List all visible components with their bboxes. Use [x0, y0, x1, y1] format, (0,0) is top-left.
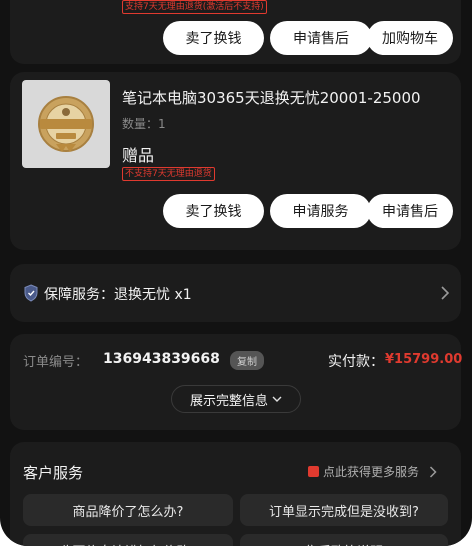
product-title[interactable]: 笔记本电脑30365天退换无忧20001-25000 [122, 87, 421, 108]
faq-order-not-received[interactable]: 订单显示完成但是没收到? [240, 494, 448, 526]
return-policy-tag: 支持7天无理由退货(激活后不支持) [122, 0, 267, 14]
paid-amount-label: 实付款： [328, 354, 384, 370]
warranty-badge-icon [38, 96, 94, 152]
sell-for-cash-button[interactable]: 卖了换钱 [163, 194, 264, 228]
guarantee-label: 保障服务：退换无忧 x1 [44, 287, 192, 303]
more-services-label: 点此获得更多服务 [323, 465, 420, 479]
chevron-right-icon [429, 465, 437, 478]
faq-price-drop[interactable]: 商品降价了怎么办? [23, 494, 233, 526]
product-thumbnail[interactable] [22, 80, 110, 168]
product-card-2: 笔记本电脑30365天退换无忧20001-25000 数量：1 赠品 不支持7天… [10, 72, 461, 250]
expand-info-label: 展示完整信息 [189, 393, 268, 409]
chevron-down-icon [272, 396, 282, 402]
copy-button[interactable]: 复制 [230, 351, 264, 370]
faq-invoice-info[interactable]: 收票信息填错如何修改? [23, 534, 233, 546]
order-number-label: 订单编号： [23, 355, 89, 370]
faq-after-sales-policy[interactable]: 售后政策说明 [240, 534, 448, 546]
apply-after-sales-button[interactable]: 申请售后 [270, 21, 372, 55]
return-policy-tag: 不支持7天无理由退货 [122, 167, 215, 181]
add-to-cart-button[interactable]: 加购物车 [367, 21, 453, 55]
shield-icon [24, 284, 38, 302]
guarantee-service-row[interactable]: 保障服务：退换无忧 x1 [10, 264, 461, 322]
sell-for-cash-button[interactable]: 卖了换钱 [163, 21, 264, 55]
customer-service-card: 客户服务 点此获得更多服务 商品降价了怎么办? 订单显示完成但是没收到? 收票信… [10, 442, 461, 546]
gift-label: 赠品 [122, 146, 155, 165]
paid-amount: ¥15799.00 [385, 352, 463, 367]
order-number: 136943839668 [103, 351, 220, 367]
order-detail-screen: 支持7天无理由退货(激活后不支持) 卖了换钱 申请售后 加购物车 笔记本电脑30… [0, 0, 472, 546]
service-icon [308, 466, 319, 477]
product-card-1: 支持7天无理由退货(激活后不支持) 卖了换钱 申请售后 加购物车 [10, 0, 461, 64]
order-info-card: 订单编号： 136943839668 复制 实付款： ¥15799.00 展示完… [10, 334, 463, 430]
apply-after-sales-button[interactable]: 申请售后 [367, 194, 453, 228]
apply-service-button[interactable]: 申请服务 [270, 194, 371, 228]
expand-info-button[interactable]: 展示完整信息 [171, 385, 301, 413]
product-quantity: 数量：1 [122, 117, 166, 131]
more-services-link[interactable]: 点此获得更多服务 [308, 463, 437, 480]
customer-service-title: 客户服务 [23, 464, 84, 482]
chevron-right-icon [441, 286, 450, 300]
